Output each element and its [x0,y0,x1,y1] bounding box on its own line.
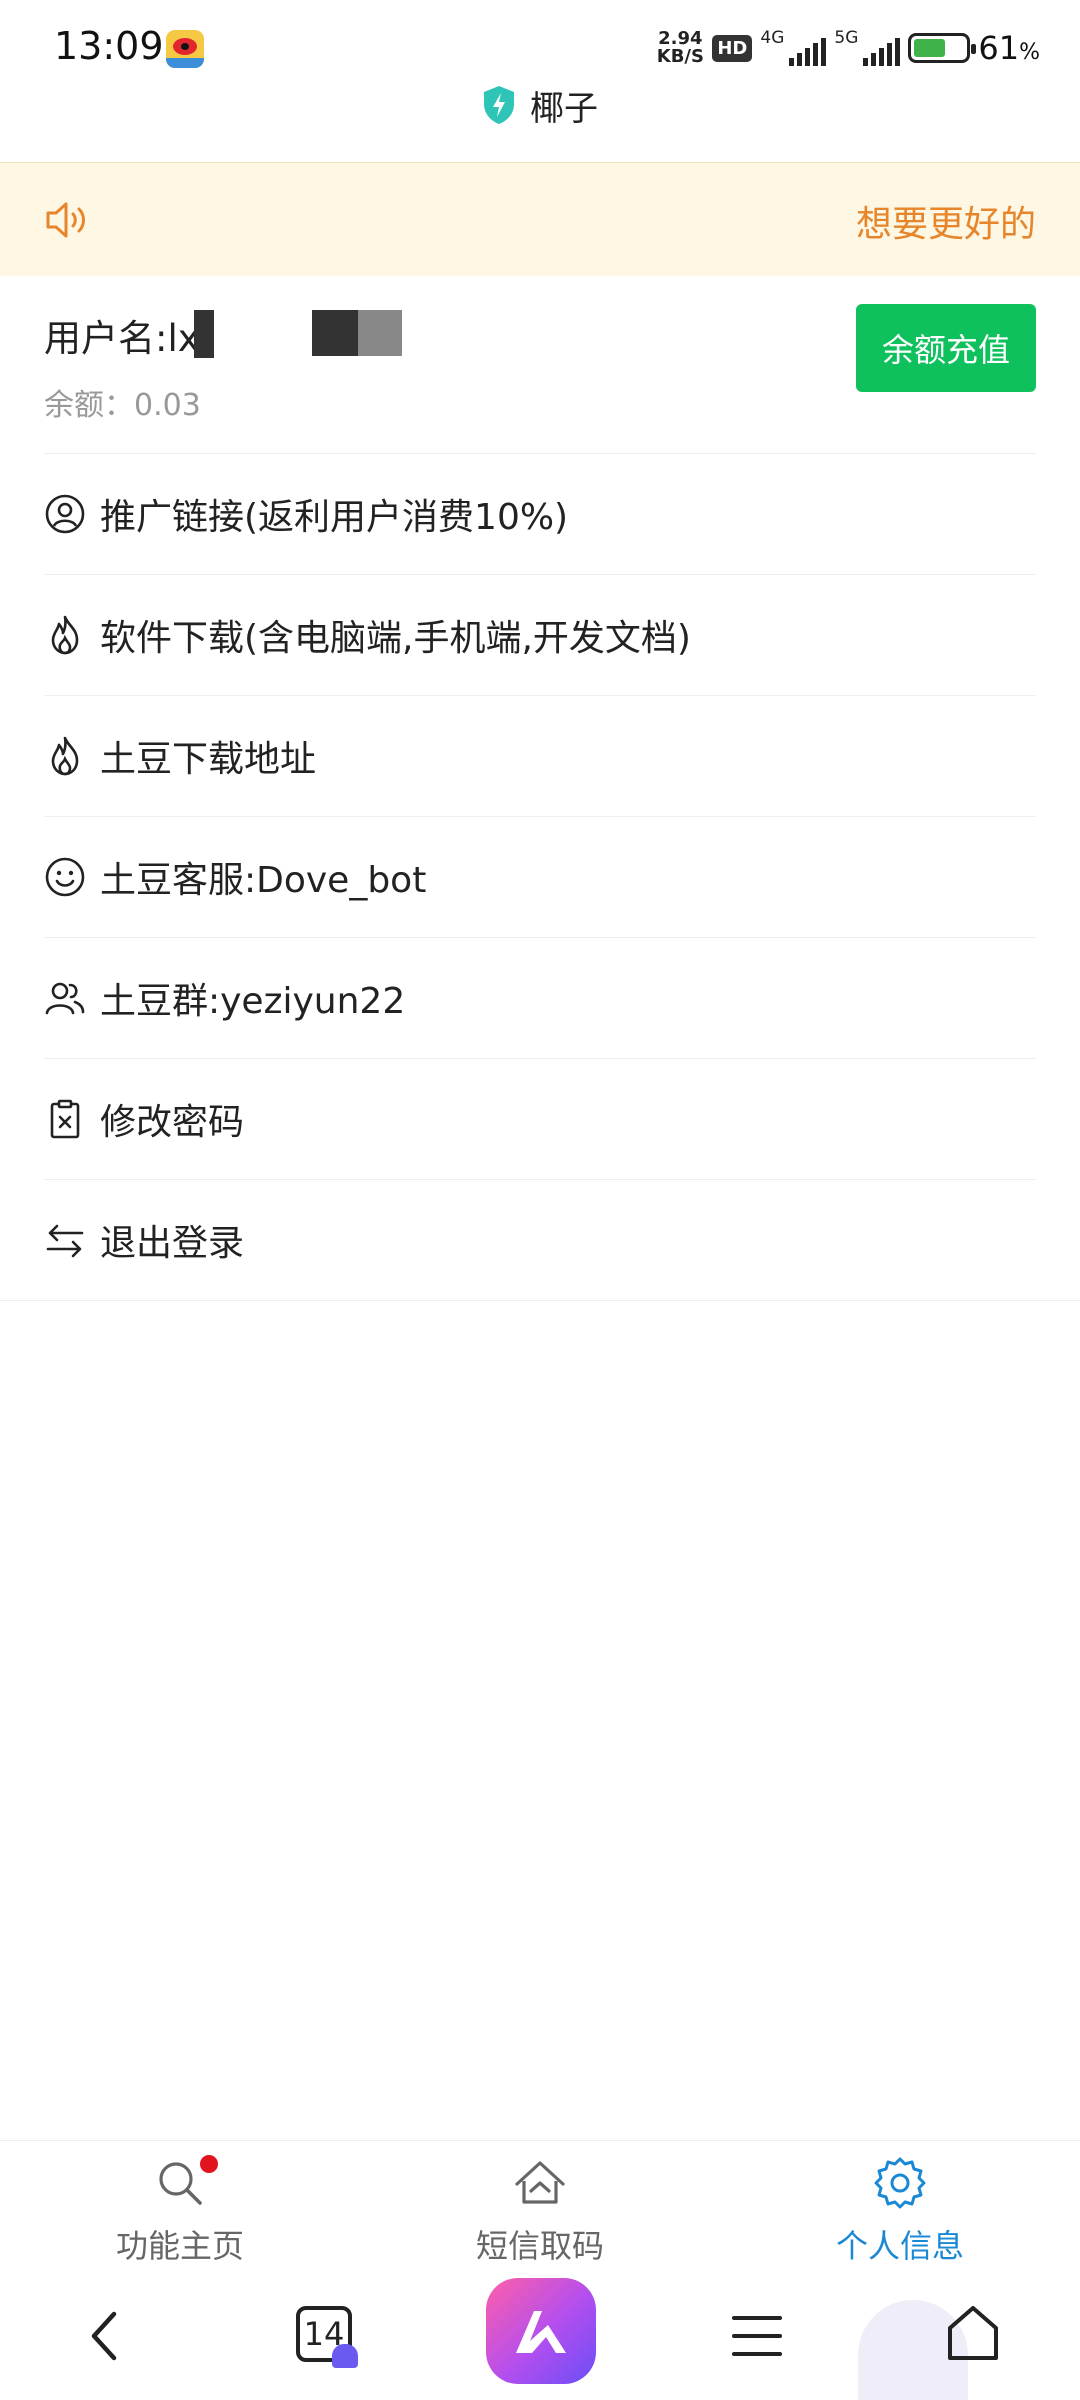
battery-percent-unit: % [1019,40,1040,65]
ghost-icon [332,2344,358,2368]
username: 用户名:lx [44,317,200,360]
flame-icon [51,615,79,655]
ai-assistant-button[interactable] [486,2278,596,2384]
recharge-button[interactable]: 余额充值 [856,304,1036,392]
tab-sms-code[interactable]: 短信取码 [420,2155,660,2267]
signal-5g-label: 5G [834,28,859,48]
tab-label: 短信取码 [475,2227,604,2265]
menu-item-change-password[interactable]: 修改密码 [44,1059,1036,1180]
user-card: 用户名:lx 余额：0.03 余额充值 [44,276,1036,454]
status-bar: 13:09 2.94 KB/S HD 4G 5G 61% [0,0,1080,90]
user-circle-icon [45,494,85,534]
bottom-tab-bar: 功能主页 短信取码 个人信息 [0,2140,1080,2276]
menu-item-label: 土豆群:yeziyun22 [100,981,406,1022]
home-nav-icon[interactable] [944,2304,1002,2364]
status-indicators: 2.94 KB/S HD 4G 5G 61% [656,26,1040,70]
system-navigation-bar: 14 [0,2276,1080,2400]
network-speed-unit: KB/S [656,46,704,67]
redacted-username [194,310,214,358]
signal-4g-label: 4G [760,28,785,48]
redacted-username-2 [312,310,358,356]
menu-item-customer-service[interactable]: 土豆客服:Dove_bot [44,817,1036,938]
back-icon[interactable] [84,2306,124,2366]
menu-item-label: 修改密码 [100,1102,245,1143]
battery-icon [908,33,977,63]
menu-item-group[interactable]: 土豆群:yeziyun22 [44,938,1036,1059]
tab-profile[interactable]: 个人信息 [780,2155,1020,2267]
menu-item-label: 土豆客服:Dove_bot [100,860,427,901]
tab-label: 个人信息 [835,2227,964,2265]
shield-icon [484,86,514,124]
smile-icon [45,857,85,897]
notice-text: 想要更好的 [856,204,1036,245]
settings-icon [874,2157,926,2209]
weibo-notification-icon [166,30,204,68]
signal-4g-icon: 4G [760,28,827,68]
network-speed: 2.94 KB/S [656,30,704,66]
hd-voice-icon: HD [712,34,753,62]
notification-badge [200,2155,218,2173]
menu-item-label: 软件下载(含电脑端,手机端,开发文档) [100,618,691,659]
swap-icon [46,1224,84,1258]
signal-5g-icon: 5G [834,28,901,68]
menu-item-label: 土豆下载地址 [100,739,317,780]
battery-percent-value: 61 [978,29,1020,67]
redacted-username-3 [358,310,402,356]
balance-value: 0.03 [134,388,201,423]
balance: 余额：0.03 [44,380,201,424]
battery-percent: 61% [978,29,1040,67]
menu-item-tudou-download-url[interactable]: 土豆下载地址 [44,696,1036,817]
users-icon [45,982,85,1015]
page-title: 椰子 [530,88,598,129]
balance-label: 余额： [44,388,134,423]
tab-home[interactable]: 功能主页 [60,2155,300,2267]
menu-item-label: 推广链接(返利用户消费10%) [100,497,569,538]
notice-bar[interactable]: 想要更好的 [0,162,1080,276]
home-icon [515,2161,565,2204]
menu-icon[interactable] [732,2314,782,2358]
menu-item-logout[interactable]: 退出登录 [0,1180,1080,1301]
status-time: 13:09 [54,24,164,68]
battery-fill [914,39,946,57]
flame-icon [51,736,79,776]
menu-list: 推广链接(返利用户消费10%) 软件下载(含电脑端,手机端,开发文档) 土豆下载… [0,454,1080,1301]
clipboard-icon [50,1099,80,1139]
speaker-icon [46,202,85,238]
tabs-switcher-button[interactable]: 14 [296,2306,358,2368]
menu-item-label: 退出登录 [100,1223,245,1264]
tab-label: 功能主页 [115,2227,244,2265]
menu-item-referral-link[interactable]: 推广链接(返利用户消费10%) [44,454,1036,575]
menu-item-software-download[interactable]: 软件下载(含电脑端,手机端,开发文档) [44,575,1036,696]
app-header: 椰子 [0,80,1080,130]
ai-logo-icon [516,2311,566,2353]
